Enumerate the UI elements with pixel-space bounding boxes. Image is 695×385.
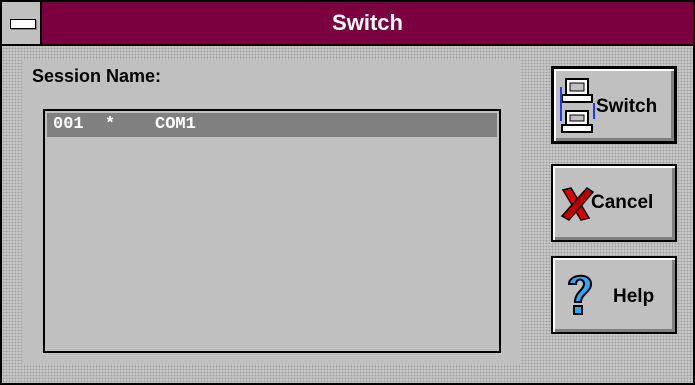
list-item[interactable]: 001 * COM1 [47,113,497,137]
session-number: 001 [53,115,84,134]
system-menu-button[interactable] [2,2,42,44]
red-x-icon [560,187,595,221]
computers-switch-icon [560,78,595,133]
title-bar: Switch [2,2,693,46]
cancel-button[interactable]: Cancel [551,164,677,242]
switch-button[interactable]: Switch [551,66,677,144]
cancel-button-label: Cancel [591,192,654,213]
question-mark-icon [567,274,593,315]
session-listbox[interactable]: 001 * COM1 [43,109,501,353]
switch-dialog: Switch Session Name: 001 * COM1 Switch C… [0,0,695,385]
session-name-label: Session Name: [32,66,162,86]
system-menu-icon [10,19,36,29]
help-button-label: Help [613,286,655,307]
window-title: Switch [332,10,403,35]
help-button[interactable]: Help [551,256,677,334]
session-name: COM1 [155,115,196,134]
switch-button-label: Switch [596,96,658,117]
session-marker: * [105,115,116,134]
